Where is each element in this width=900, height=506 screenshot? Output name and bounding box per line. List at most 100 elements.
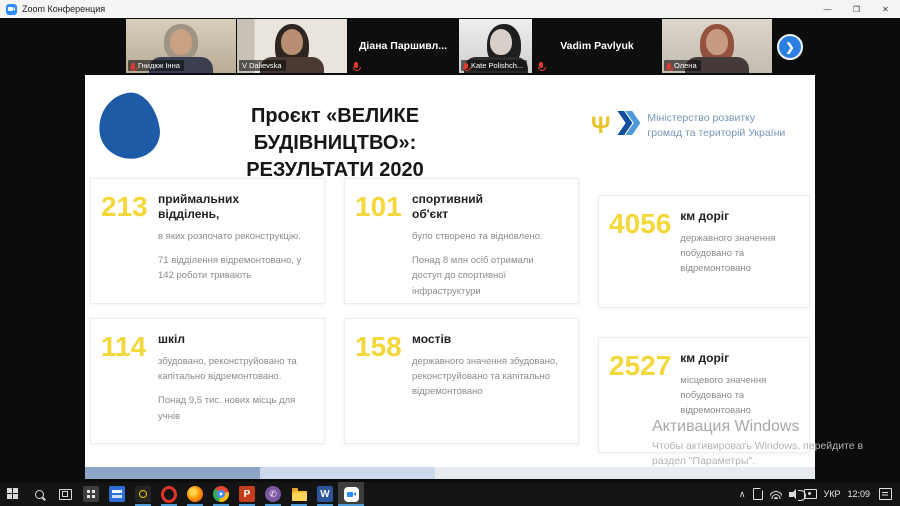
tray-chevron-icon[interactable]: ∧	[739, 489, 746, 500]
stat-title: км доріг	[680, 351, 785, 366]
participant-tile[interactable]: Діана Паршивл...	[348, 19, 458, 73]
close-button[interactable]: ✕	[871, 0, 900, 18]
window-controls: — ❐ ✕	[813, 0, 900, 18]
task-view-icon	[59, 489, 72, 500]
stat-value: 4056	[609, 209, 671, 294]
firefox-icon	[187, 486, 203, 502]
stat-body: Понад 8 млн осіб отримали доступ до спор…	[412, 253, 560, 299]
slide-title-line1: Проєкт «ВЕЛИКЕ БУДІВНИЦТВО»:	[170, 103, 500, 157]
zoom-app-icon	[6, 4, 17, 15]
muted-mic-icon	[131, 63, 135, 69]
participant-tile[interactable]: V Dalievska	[237, 19, 347, 73]
system-tray: ∧ УКР 12:09	[739, 488, 900, 500]
muted-mic-icon	[464, 63, 468, 69]
stat-body: державного значення збудовано, реконстру…	[412, 354, 560, 400]
search-icon	[35, 490, 44, 499]
media-app-icon	[135, 486, 151, 502]
taskbar-app-opera[interactable]	[156, 482, 182, 506]
shared-screen-slide: Проєкт «ВЕЛИКЕ БУДІВНИЦТВО»: РЕЗУЛЬТАТИ …	[85, 75, 815, 467]
minimize-button[interactable]: —	[813, 0, 842, 18]
participant-tile[interactable]: Гнидюк Інна	[126, 19, 236, 73]
windows-logo-icon	[7, 488, 19, 500]
participant-name: Діана Паршивл...	[348, 19, 458, 73]
stat-value: 101	[355, 192, 403, 290]
start-button[interactable]	[0, 482, 26, 506]
scrollbar-track[interactable]	[260, 467, 435, 479]
stat-body: 71 відділення відремонтовано, у 142 робо…	[158, 253, 306, 283]
clock[interactable]: 12:09	[847, 489, 870, 499]
stat-value: 213	[101, 192, 149, 290]
next-participants-button[interactable]: ❯	[777, 34, 803, 60]
slide-title: Проєкт «ВЕЛИКЕ БУДІВНИЦТВО»: РЕЗУЛЬТАТИ …	[170, 103, 500, 184]
muted-mic-icon	[667, 63, 671, 69]
meeting-stage: Гнидюк Інна V Dalievska Діана Паршивл...…	[0, 18, 900, 482]
taskbar-app-firefox[interactable]	[182, 482, 208, 506]
word-icon: W	[317, 486, 333, 502]
maximize-button[interactable]: ❐	[842, 0, 871, 18]
keyboard-language[interactable]: УКР	[824, 489, 841, 499]
window-titlebar: Zoom Конференция — ❐ ✕	[0, 0, 900, 18]
participant-tile[interactable]: Олена	[662, 19, 772, 73]
powerpoint-icon: P	[239, 486, 255, 502]
windows-activation-watermark: Активация Windows Чтобы активировать Win…	[652, 418, 892, 469]
participant-name: Vadim Pavlyuk	[533, 19, 661, 73]
big-build-logo	[95, 89, 164, 163]
stat-title: мостів	[412, 332, 517, 347]
stat-body: в яких розпочато реконструкцію.	[158, 229, 306, 244]
taskbar-app-grid[interactable]	[78, 482, 104, 506]
participant-tile[interactable]: Kate Polishch...	[459, 19, 532, 73]
stat-body: було створено та відновлено.	[412, 229, 560, 244]
stat-title: спортивний об'єкт	[412, 192, 517, 222]
chevrons-icon	[617, 111, 640, 140]
taskbar-app-viber[interactable]: ✆	[260, 482, 286, 506]
ministry-logo: Ψ Міністерство розвитку громад та терито…	[591, 111, 785, 140]
taskbar-app-chrome[interactable]	[208, 482, 234, 506]
panels-app-icon	[109, 486, 125, 502]
window-title: Zoom Конференция	[22, 4, 105, 14]
participant-name: V Dalievska	[242, 61, 282, 70]
opera-icon	[161, 486, 177, 503]
stat-body: збудовано, реконструйовано та капітально…	[158, 354, 306, 384]
task-view-button[interactable]	[52, 482, 78, 506]
participant-tile[interactable]: Vadim Pavlyuk	[533, 19, 661, 73]
participant-name: Олена	[674, 61, 697, 70]
stat-card-schools: 114 шкіл збудовано, реконструйовано та к…	[90, 318, 325, 444]
stat-card-sport-objects: 101 спортивний об'єкт було створено та в…	[344, 178, 579, 304]
search-button[interactable]	[26, 482, 52, 506]
stat-value: 158	[355, 332, 403, 430]
ministry-name: Міністерство розвитку громад та територі…	[647, 111, 785, 139]
taskbar: P ✆ W ∧ УКР 12:09	[0, 482, 900, 506]
trident-icon: Ψ	[591, 114, 610, 138]
taskbar-app-powerpoint[interactable]: P	[234, 482, 260, 506]
viber-icon: ✆	[265, 486, 281, 502]
stat-body: Понад 9,5 тис. нових місць для учнів	[158, 393, 306, 423]
stat-title: приймальних відділень,	[158, 192, 263, 222]
stat-card-receiving-departments: 213 приймальних відділень, в яких розпоч…	[90, 178, 325, 304]
stat-body: місцевого значення побудовано та відремо…	[680, 373, 796, 419]
stat-card-bridges: 158 мостів державного значення збудовано…	[344, 318, 579, 444]
taskbar-app-zoom[interactable]	[338, 482, 364, 506]
taskbar-app-file-explorer[interactable]	[286, 482, 312, 506]
participant-name: Гнидюк Інна	[138, 61, 180, 70]
stat-title: км доріг	[680, 209, 785, 224]
notification-center-icon[interactable]	[879, 488, 892, 500]
chevron-right-icon: ❯	[785, 41, 794, 54]
taskbar-app-panels[interactable]	[104, 482, 130, 506]
taskbar-app-word[interactable]: W	[312, 482, 338, 506]
zoom-icon	[344, 487, 359, 502]
scrollbar-thumb[interactable]	[85, 467, 260, 479]
taskbar-app-media[interactable]	[130, 482, 156, 506]
file-explorer-icon	[292, 491, 307, 501]
stat-card-state-roads: 4056 км доріг державного значення побудо…	[598, 195, 810, 308]
muted-mic-icon	[354, 62, 358, 68]
network-icon[interactable]	[770, 490, 782, 499]
stat-title: шкіл	[158, 332, 263, 347]
document-tray-icon[interactable]	[753, 488, 763, 500]
chrome-icon	[213, 486, 229, 502]
speaker-icon[interactable]	[789, 492, 793, 497]
participant-name: Kate Polishch...	[471, 61, 523, 70]
grid-app-icon	[83, 486, 99, 502]
stat-value: 114	[101, 332, 149, 430]
camera-icon[interactable]	[804, 489, 817, 499]
muted-mic-icon	[539, 62, 543, 68]
